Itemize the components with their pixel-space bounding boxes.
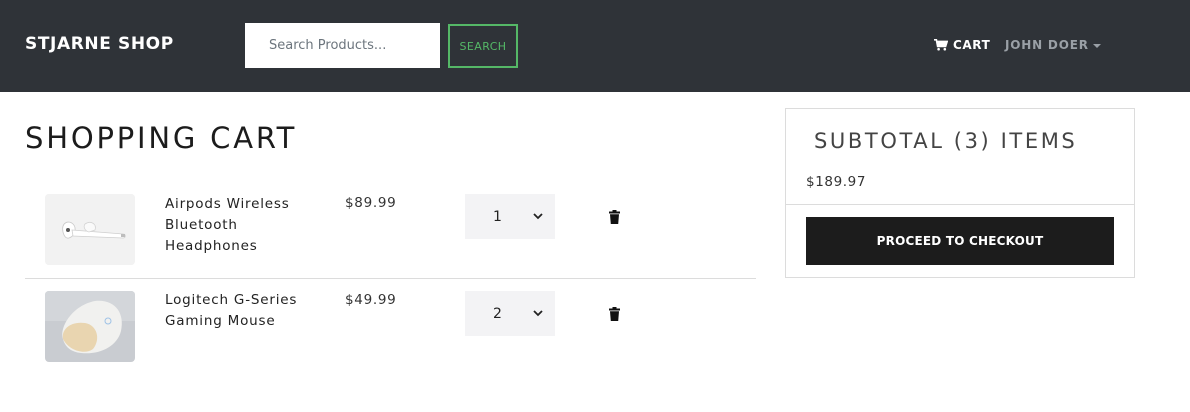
subtotal-title: SUBTOTAL (3) ITEMS <box>814 129 1078 153</box>
search-input[interactable] <box>245 23 440 68</box>
quantity-select[interactable]: 2 <box>465 291 555 336</box>
trash-icon[interactable] <box>609 210 620 224</box>
proceed-to-checkout-button[interactable]: PROCEED TO CHECKOUT <box>806 217 1114 265</box>
order-summary-card: SUBTOTAL (3) ITEMS $189.97 PROCEED TO CH… <box>785 108 1135 278</box>
search-button[interactable]: SEARCH <box>448 24 518 68</box>
brand-logo[interactable]: STJARNE SHOP <box>25 34 174 54</box>
chevron-down-icon <box>533 213 543 220</box>
product-price: $49.99 <box>345 292 397 308</box>
product-price: $89.99 <box>345 195 397 211</box>
user-menu-dropdown[interactable]: JOHN DOER <box>1005 38 1101 52</box>
page-title: SHOPPING CART <box>25 121 298 155</box>
cart-label: CART <box>953 38 991 52</box>
quantity-select[interactable]: 1 <box>465 194 555 239</box>
cart-link[interactable]: CART <box>934 38 990 52</box>
cart-item-row: Logitech G-Series Gaming Mouse $49.99 2 <box>25 279 756 374</box>
cart-icon <box>934 39 948 51</box>
summary-header: SUBTOTAL (3) ITEMS $189.97 <box>786 109 1134 205</box>
subtotal-amount: $189.97 <box>806 174 867 190</box>
product-image-gaming-mouse[interactable] <box>45 291 135 362</box>
caret-down-icon <box>1092 43 1101 48</box>
product-name-link[interactable]: Airpods Wireless Bluetooth Headphones <box>165 194 315 257</box>
trash-icon[interactable] <box>609 307 620 321</box>
quantity-value: 1 <box>493 208 502 225</box>
top-navbar: STJARNE SHOP SEARCH CART JOHN DOER <box>0 0 1190 92</box>
product-name-link[interactable]: Logitech G-Series Gaming Mouse <box>165 290 315 332</box>
quantity-value: 2 <box>493 305 502 322</box>
product-image-airpods[interactable] <box>45 194 135 265</box>
cart-item-row: Airpods Wireless Bluetooth Headphones $8… <box>25 180 756 279</box>
user-name: JOHN DOER <box>1005 38 1089 52</box>
chevron-down-icon <box>533 310 543 317</box>
